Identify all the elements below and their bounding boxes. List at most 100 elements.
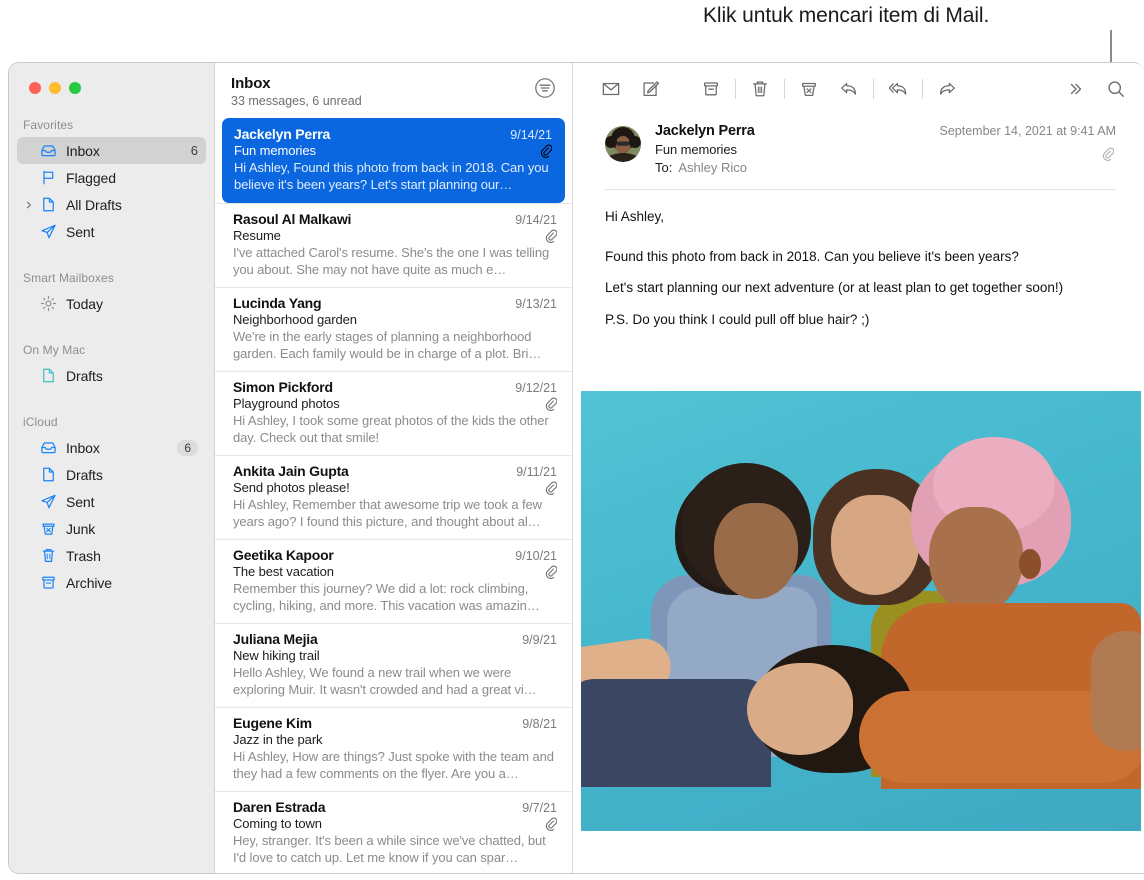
sidebar-item-label: Inbox <box>66 143 191 159</box>
sent-icon <box>39 223 57 241</box>
compose-button[interactable] <box>631 74 671 104</box>
message-subject: Fun memories <box>234 143 540 158</box>
filter-icon[interactable] <box>534 77 556 99</box>
message-body-paragraph: Found this photo from back in 2018. Can … <box>605 248 1112 266</box>
minimize-window-button[interactable] <box>49 82 61 94</box>
sidebar-group-title: On My Mac <box>9 343 214 357</box>
callout-text: Klik untuk mencari item di Mail. <box>703 4 989 28</box>
sidebar-item-label: All Drafts <box>66 197 206 213</box>
attachment-icon <box>540 144 552 158</box>
attachment-icon <box>545 565 557 579</box>
close-window-button[interactable] <box>29 82 41 94</box>
message-sender: Eugene Kim <box>233 715 522 731</box>
message-date: 9/10/21 <box>515 549 557 563</box>
more-toolbar-items-button[interactable] <box>1056 74 1096 104</box>
to-value[interactable]: Ashley Rico <box>678 160 747 175</box>
gear-icon <box>39 295 57 313</box>
sidebar-item-label: Drafts <box>66 467 206 483</box>
message-list-item[interactable]: Eugene Kim9/8/21Jazz in the parkHi Ashle… <box>215 707 572 791</box>
message-list-item[interactable]: Geetika Kapoor9/10/21The best vacationRe… <box>215 539 572 623</box>
sidebar-item-today[interactable]: Today <box>17 290 206 317</box>
message-body-paragraph: Hi Ashley, <box>605 208 1112 226</box>
toolbar-separator <box>922 79 923 99</box>
message-sender: Rasoul Al Malkawi <box>233 211 515 227</box>
sidebar-item-trash[interactable]: Trash <box>17 542 206 569</box>
archive-icon <box>39 574 57 592</box>
mailbox-subtitle: 33 messages, 6 unread <box>231 94 556 108</box>
sidebar-group: Smart MailboxesToday <box>9 271 214 317</box>
message-preview: Hello Ashley, We found a new trail when … <box>233 665 557 698</box>
message-subject: Jazz in the park <box>233 732 557 747</box>
sidebar-group: iCloudInbox6DraftsSentJunkTrashArchive <box>9 415 214 596</box>
sidebar-item-all-drafts[interactable]: All Drafts <box>17 191 206 218</box>
message-subject: Fun memories <box>655 142 1116 157</box>
message-preview: Remember this journey? We did a lot: roc… <box>233 581 557 614</box>
message-subject: Coming to town <box>233 816 545 831</box>
message-date: 9/8/21 <box>522 717 557 731</box>
unread-badge: 6 <box>177 440 198 456</box>
sidebar-item-inbox[interactable]: Inbox6 <box>17 434 206 461</box>
sidebar: FavoritesInbox6FlaggedAll DraftsSentSmar… <box>9 63 215 873</box>
sidebar-item-label: Drafts <box>66 368 206 384</box>
sidebar-item-flagged[interactable]: Flagged <box>17 164 206 191</box>
message-preview: We're in the early stages of planning a … <box>233 329 557 362</box>
message-preview: Hey, stranger. It's been a while since w… <box>233 833 557 866</box>
reading-pane: Jackelyn Perra Fun memories To:Ashley Ri… <box>573 63 1144 873</box>
message-list-panel: Inbox 33 messages, 6 unread Jackelyn Per… <box>215 63 573 873</box>
sidebar-item-drafts[interactable]: Drafts <box>17 461 206 488</box>
sidebar-item-junk[interactable]: Junk <box>17 515 206 542</box>
search-icon[interactable] <box>1096 74 1136 104</box>
inbox-icon <box>39 142 57 160</box>
sidebar-item-label: Trash <box>66 548 206 564</box>
message-list-item[interactable]: Ankita Jain Gupta9/11/21Send photos plea… <box>215 455 572 539</box>
trash-icon <box>39 547 57 565</box>
reply-all-button[interactable] <box>878 74 918 104</box>
sidebar-item-sent[interactable]: Sent <box>17 218 206 245</box>
delete-button[interactable] <box>740 74 780 104</box>
message-list-item[interactable]: Lucinda Yang9/13/21Neighborhood garden We… <box>215 287 572 371</box>
message-subject: Neighborhood garden <box>233 312 557 327</box>
sidebar-item-inbox[interactable]: Inbox6 <box>17 137 206 164</box>
message-sender: Lucinda Yang <box>233 295 515 311</box>
reply-button[interactable] <box>829 74 869 104</box>
message-date: 9/12/21 <box>515 381 557 395</box>
message-date: 9/13/21 <box>515 297 557 311</box>
message-header: Jackelyn Perra Fun memories To:Ashley Ri… <box>573 115 1144 175</box>
message-list-item[interactable]: Daren Estrada9/7/21Coming to townHey, st… <box>215 791 572 873</box>
sidebar-item-drafts[interactable]: Drafts <box>17 362 206 389</box>
mail-toolbar <box>573 63 1144 115</box>
chevron-right-icon[interactable] <box>24 200 34 210</box>
message-sender: Jackelyn Perra <box>234 126 510 142</box>
attachment-icon[interactable] <box>1102 147 1114 161</box>
sidebar-item-label: Inbox <box>66 440 177 456</box>
flag-icon <box>39 169 57 187</box>
toolbar-separator <box>735 79 736 99</box>
message-date: 9/7/21 <box>522 801 557 815</box>
sidebar-item-label: Junk <box>66 521 206 537</box>
message-list-item[interactable]: Jackelyn Perra9/14/21Fun memoriesHi Ashl… <box>222 118 565 203</box>
sidebar-group: Favorites Inbox6 Flagged All Drafts Sent <box>9 118 214 245</box>
zoom-window-button[interactable] <box>69 82 81 94</box>
sidebar-group-title: Favorites <box>9 118 214 132</box>
archive-button[interactable] <box>691 74 731 104</box>
message-subject: Send photos please! <box>233 480 545 495</box>
forward-button[interactable] <box>927 74 967 104</box>
mark-unread-button[interactable] <box>591 74 631 104</box>
message-sender: Simon Pickford <box>233 379 515 395</box>
sidebar-group: On My Mac Drafts <box>9 343 214 389</box>
recipient-row: To:Ashley Rico <box>655 160 1116 175</box>
message-list-item[interactable]: Juliana Mejia9/9/21New hiking trailHello… <box>215 623 572 707</box>
group-selfie-photo[interactable] <box>581 391 1141 831</box>
message-list-item[interactable]: Rasoul Al Malkawi9/14/21ResumeI've attac… <box>215 203 572 287</box>
message-date: 9/14/21 <box>515 213 557 227</box>
toolbar-separator <box>873 79 874 99</box>
draft-icon <box>39 466 57 484</box>
attachment-icon <box>545 481 557 495</box>
message-list-item[interactable]: Simon Pickford9/12/21Playground photosHi… <box>215 371 572 455</box>
toolbar-separator <box>784 79 785 99</box>
junk-button[interactable] <box>789 74 829 104</box>
sidebar-item-label: Flagged <box>66 170 206 186</box>
sidebar-item-sent[interactable]: Sent <box>17 488 206 515</box>
message-sender: Ankita Jain Gupta <box>233 463 516 479</box>
sidebar-item-archive[interactable]: Archive <box>17 569 206 596</box>
